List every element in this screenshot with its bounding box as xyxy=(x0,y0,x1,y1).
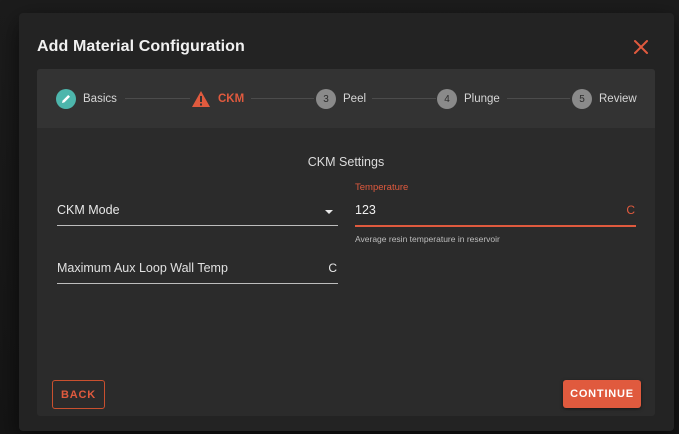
step-label: CKM xyxy=(218,93,245,105)
ckm-mode-select[interactable]: CKM Mode xyxy=(57,198,338,226)
add-material-dialog: Add Material Configuration Basics CKM 3 … xyxy=(19,13,674,431)
warning-icon xyxy=(191,89,211,109)
ckm-mode-label: CKM Mode xyxy=(57,203,120,217)
step-review[interactable]: 5 Review xyxy=(572,88,637,110)
close-icon xyxy=(634,40,648,54)
step-number: 5 xyxy=(572,89,592,109)
close-button[interactable] xyxy=(632,38,650,56)
step-basics[interactable]: Basics xyxy=(56,88,117,110)
step-plunge[interactable]: 4 Plunge xyxy=(437,88,500,110)
pencil-icon xyxy=(56,89,76,109)
dialog-title: Add Material Configuration xyxy=(37,38,245,55)
ckm-settings-form: CKM Settings CKM Mode Temperature C Aver… xyxy=(37,128,655,416)
step-label: Plunge xyxy=(464,93,500,105)
temperature-helper-text: Average resin temperature in reservoir xyxy=(355,234,500,244)
continue-button[interactable]: CONTINUE xyxy=(563,380,641,408)
step-connector xyxy=(507,98,570,99)
step-number: 3 xyxy=(316,89,336,109)
step-peel[interactable]: 3 Peel xyxy=(316,88,366,110)
section-title: CKM Settings xyxy=(307,155,385,169)
back-button[interactable]: BACK xyxy=(52,380,105,409)
temperature-unit: C xyxy=(626,203,635,217)
step-connector xyxy=(372,98,436,99)
temperature-field: C xyxy=(355,198,636,227)
step-label: Basics xyxy=(83,93,117,105)
step-ckm[interactable]: CKM xyxy=(191,88,244,110)
max-aux-loop-wall-temp-field[interactable]: Maximum Aux Loop Wall Temp C xyxy=(57,256,338,284)
step-connector xyxy=(125,98,190,99)
stepper: Basics CKM 3 Peel 4 Plunge 5 Review xyxy=(37,69,655,128)
temperature-label: Temperature xyxy=(355,182,409,193)
step-connector xyxy=(251,98,314,99)
dropdown-arrow-icon xyxy=(325,210,333,214)
max-aux-loop-wall-temp-label: Maximum Aux Loop Wall Temp xyxy=(57,261,228,275)
temperature-input[interactable] xyxy=(355,200,605,220)
max-aux-loop-wall-temp-unit: C xyxy=(328,261,337,275)
stepper-panel: Basics CKM 3 Peel 4 Plunge 5 Review CKM … xyxy=(37,69,655,416)
step-label: Peel xyxy=(343,93,367,105)
step-number: 4 xyxy=(437,89,457,109)
step-label: Review xyxy=(599,93,637,105)
